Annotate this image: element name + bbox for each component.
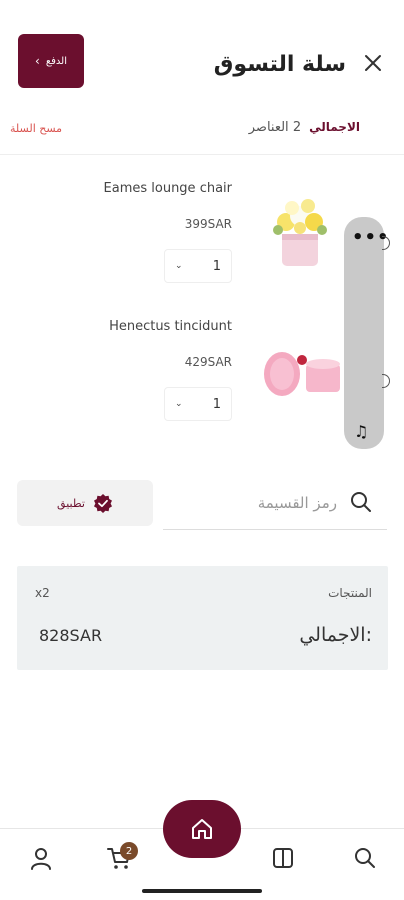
products-label: المنتجات [328, 586, 372, 600]
grand-total-label: الاجمالي: [299, 624, 372, 646]
products-count: x2 [35, 586, 50, 600]
header: ‹ الدفع سلة التسوق [0, 0, 404, 110]
home-icon [192, 819, 212, 839]
search-icon[interactable] [352, 845, 378, 871]
home-button[interactable] [163, 800, 241, 858]
verified-badge-icon [93, 494, 112, 513]
grand-total-value: 828SAR [39, 626, 103, 645]
total-label: الاجمالي [309, 120, 360, 134]
coupon-input[interactable] [187, 490, 337, 516]
chevron-left-icon: ‹ [35, 54, 40, 68]
quantity-select[interactable]: ⌄ 1 [164, 387, 232, 421]
checkout-button[interactable]: ‹ الدفع [18, 34, 84, 88]
product-price: 429SAR [184, 355, 232, 369]
apply-coupon-button[interactable]: تطبيق [17, 480, 153, 526]
profile-icon[interactable] [28, 845, 54, 871]
close-icon[interactable] [362, 52, 384, 74]
divider [0, 154, 404, 155]
floating-panel[interactable]: ••• ♫ [344, 217, 389, 449]
product-name[interactable]: Eames lounge chair [104, 181, 232, 196]
coupon-field [163, 480, 387, 530]
cart-totals: الاجمالي 2 العناصر [249, 120, 360, 135]
cart-count-badge: 2 [120, 842, 138, 860]
categories-icon[interactable] [270, 845, 296, 871]
apply-label: تطبيق [57, 496, 85, 510]
checkout-label: الدفع [45, 55, 67, 67]
coupon-row: تطبيق [0, 480, 404, 540]
order-summary: المنتجات x2 الاجمالي: 828SAR [17, 566, 388, 670]
items-count: 2 العناصر [248, 120, 302, 135]
quantity-value: 1 [212, 396, 221, 412]
cart-summary-row: مسح السلة الاجمالي 2 العناصر [0, 118, 404, 142]
chevron-down-icon: ⌄ [175, 261, 183, 271]
chevron-down-icon: ⌄ [175, 399, 183, 409]
product-price: 399SAR [184, 217, 232, 231]
product-name[interactable]: Henectus tincidunt [109, 319, 232, 334]
clear-cart-link[interactable]: مسح السلة [10, 122, 62, 135]
search-icon[interactable] [349, 490, 373, 514]
pink-box-image[interactable] [262, 330, 342, 410]
quantity-select[interactable]: ⌄ 1 [164, 249, 232, 283]
quantity-value: 1 [212, 258, 221, 274]
home-indicator [142, 889, 262, 893]
page-title: سلة التسوق [213, 52, 346, 77]
flower-box-image[interactable] [262, 190, 342, 270]
music-note-icon[interactable]: ♫ [354, 422, 368, 441]
